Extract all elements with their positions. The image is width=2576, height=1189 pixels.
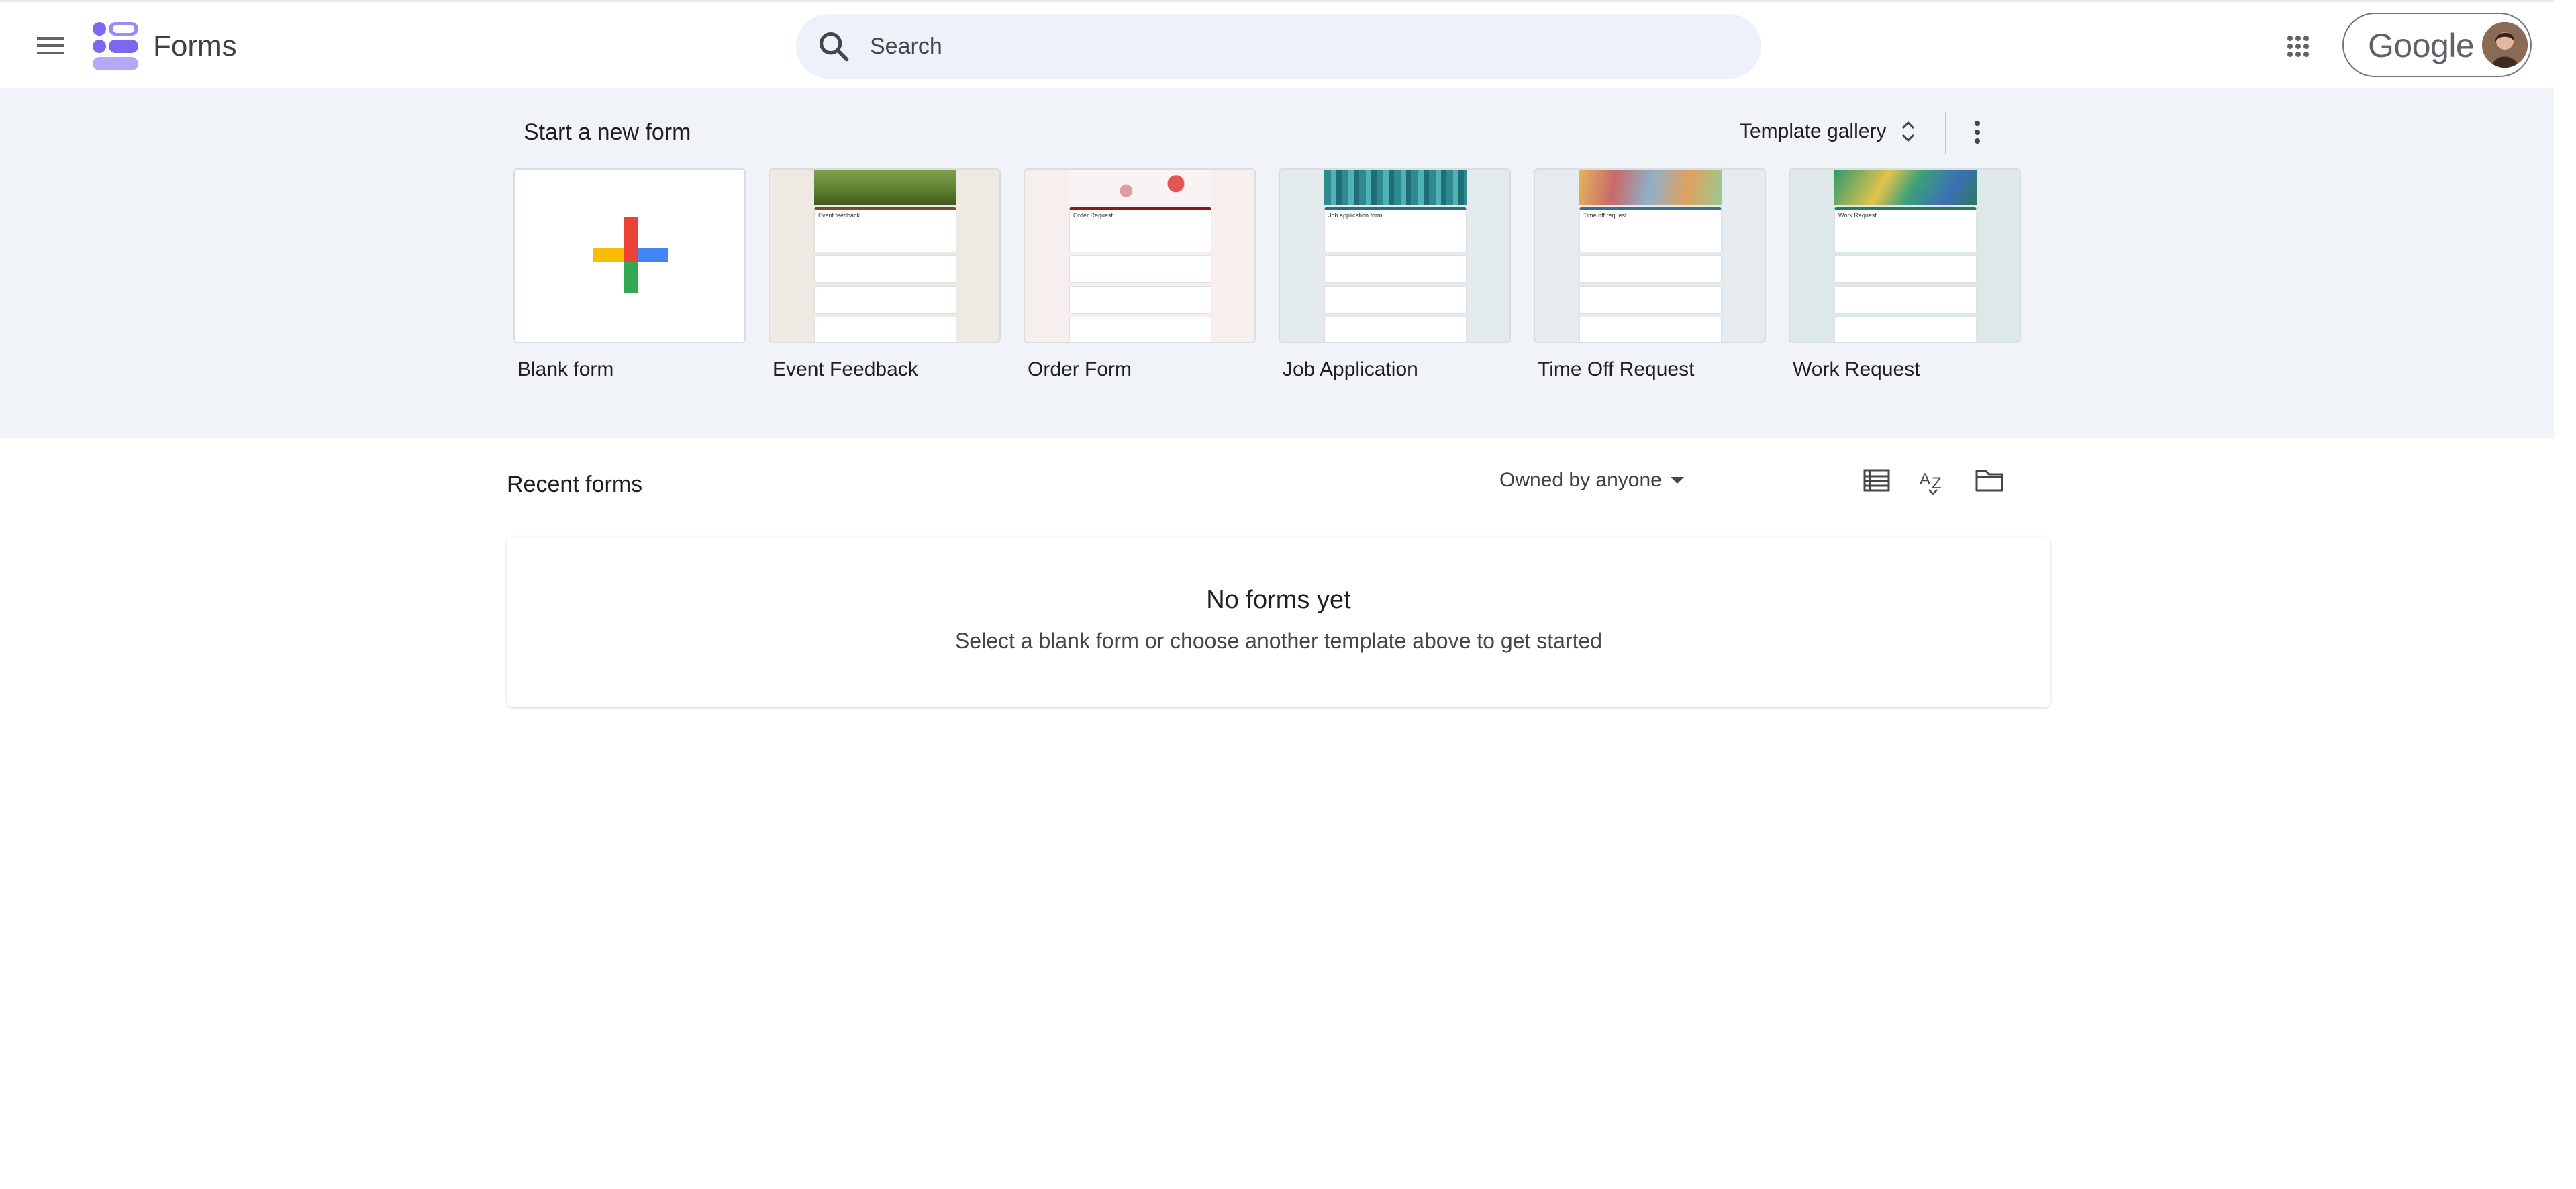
- template-thumbnail[interactable]: [513, 168, 746, 343]
- template-time-off-request[interactable]: Time off request Time Off Request: [1534, 168, 1766, 383]
- plus-icon: [593, 217, 668, 293]
- template-thumbnail[interactable]: Event feedback: [769, 168, 1001, 343]
- template-job-application[interactable]: Job application form Job Application: [1279, 168, 1511, 383]
- sort-button[interactable]: A Z: [1909, 456, 1957, 505]
- template-label: Order Form: [1028, 358, 1132, 380]
- forms-logo-icon[interactable]: [93, 22, 138, 70]
- recent-forms-title: Recent forms: [507, 472, 643, 497]
- template-label: Time Off Request: [1538, 358, 1695, 380]
- thumb-title: Time off request: [1583, 212, 1627, 219]
- list-view-icon: [1863, 469, 1890, 492]
- sort-az-icon: A Z: [1920, 470, 1942, 495]
- start-new-form-title: Start a new form: [524, 119, 691, 145]
- open-file-picker-button[interactable]: [1965, 456, 2014, 505]
- avatar[interactable]: [2482, 22, 2528, 68]
- template-label: Blank form: [517, 358, 614, 380]
- folder-icon: [1975, 470, 2003, 492]
- google-brand-label: Google: [2368, 27, 2475, 64]
- svg-text:A: A: [1920, 470, 1930, 488]
- template-gallery-button[interactable]: Template gallery: [1724, 108, 1932, 155]
- owner-filter-dropdown[interactable]: Owned by anyone: [1489, 460, 1695, 501]
- template-label: Work Request: [1793, 358, 1920, 380]
- template-thumbnail[interactable]: Work Request: [1789, 168, 2021, 343]
- search-icon[interactable]: [816, 29, 851, 64]
- template-label: Job Application: [1283, 358, 1418, 380]
- thumb-title: Order Request: [1073, 212, 1113, 219]
- list-view-button[interactable]: [1852, 456, 1901, 505]
- thumb-title: Work Request: [1838, 212, 1877, 219]
- template-order-form[interactable]: Order Request Order Form: [1024, 168, 1256, 383]
- template-gallery-label: Template gallery: [1740, 120, 1887, 142]
- account-button[interactable]: Google: [2342, 13, 2532, 77]
- google-apps-grid-icon: [2287, 36, 2309, 57]
- user-photo-icon: [2482, 22, 2528, 68]
- template-work-request[interactable]: Work Request Work Request: [1789, 168, 2021, 383]
- owner-filter-label: Owned by anyone: [1499, 469, 1662, 491]
- unfold-more-icon: [1902, 121, 1915, 142]
- empty-state-title: No forms yet: [1206, 586, 1351, 614]
- template-section: Start a new form Template gallery Blank …: [0, 88, 2554, 438]
- toolbar-divider: [1945, 112, 1946, 154]
- more-vert-icon: [1975, 121, 1980, 144]
- search-bar[interactable]: Search: [796, 14, 1761, 79]
- dropdown-arrow-icon: [1670, 477, 1684, 484]
- template-event-feedback[interactable]: Event feedback Event Feedback: [769, 168, 1001, 383]
- search-input[interactable]: Search: [870, 32, 942, 61]
- thumb-title: Job application form: [1328, 212, 1383, 219]
- template-thumbnail[interactable]: Job application form: [1279, 168, 1511, 343]
- app-window: Forms Search Google Start a new form Tem…: [0, 0, 2554, 1189]
- more-options-button[interactable]: [1956, 111, 1999, 154]
- template-blank-form[interactable]: Blank form: [513, 168, 746, 383]
- template-thumbnail[interactable]: Order Request: [1024, 168, 1256, 343]
- hamburger-menu-icon: [37, 37, 64, 54]
- app-title[interactable]: Forms: [153, 28, 237, 65]
- app-header: Forms Search Google: [0, 2, 2554, 88]
- template-thumbnail[interactable]: Time off request: [1534, 168, 1766, 343]
- empty-state-subtitle: Select a blank form or choose another te…: [954, 629, 1603, 653]
- main-menu-button[interactable]: [26, 21, 75, 70]
- thumb-title: Event feedback: [818, 212, 860, 219]
- template-label: Event Feedback: [773, 358, 918, 380]
- window-edge: [2554, 0, 2576, 1189]
- empty-state-card: No forms yet Select a blank form or choo…: [507, 537, 2050, 707]
- google-apps-button[interactable]: [2277, 25, 2320, 68]
